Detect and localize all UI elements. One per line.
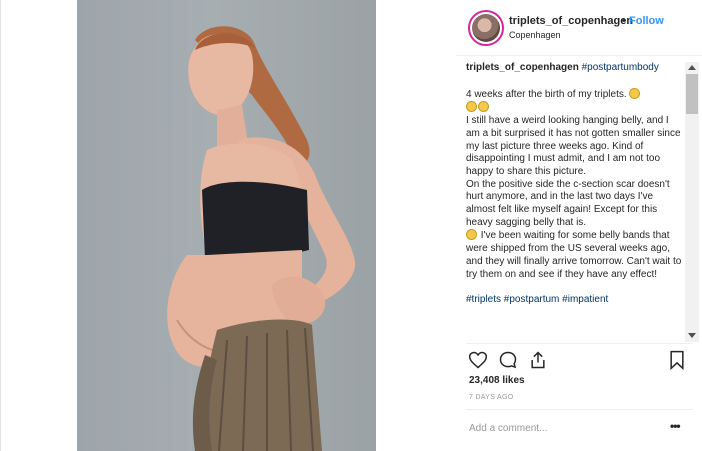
caption-hashtags[interactable]: #triplets #postpartum #impatient [466, 294, 684, 307]
comments-scrollbar[interactable] [685, 62, 699, 342]
post-timestamp[interactable]: 7 DAYS AGO [469, 394, 514, 401]
caption-head: triplets_of_copenhagen #postpartumbody [466, 62, 684, 75]
likes-count[interactable]: 23,408 likes [469, 375, 525, 386]
caption-text-2: I still have a weird looking hanging bel… [466, 115, 681, 177]
caption-text-4: I've been waiting for some belly bands t… [466, 230, 682, 280]
divider [466, 343, 693, 344]
divider [466, 409, 693, 410]
post-actions [466, 350, 698, 372]
post-username[interactable]: triplets_of_copenhagen [509, 15, 633, 27]
caption-text-3: On the positive side the c-section scar … [466, 178, 670, 228]
scroll-up-icon[interactable] [688, 65, 696, 70]
comment-bubble-icon[interactable] [498, 350, 518, 370]
post-header: triplets_of_copenhagen • Follow Copenhag… [456, 0, 702, 56]
caption-username[interactable]: triplets_of_copenhagen [466, 62, 579, 73]
caption-text-1: 4 weeks after the birth of my triplets. [466, 88, 627, 100]
caption-hashtag-head[interactable]: #postpartumbody [582, 62, 659, 73]
smiling-face-icon [478, 101, 489, 113]
scroll-down-icon[interactable] [688, 333, 696, 338]
caption-area: triplets_of_copenhagen #postpartumbody 4… [466, 62, 684, 344]
smiling-face-icon [629, 87, 641, 99]
smiling-face-icon [466, 229, 477, 241]
comment-input[interactable] [469, 420, 654, 436]
bookmark-icon[interactable] [667, 350, 687, 371]
follow-button[interactable]: Follow [629, 15, 664, 27]
caption-line-4: I've been waiting for some belly bands t… [466, 229, 684, 281]
instagram-post-frame: triplets_of_copenhagen • Follow Copenhag… [0, 0, 702, 451]
heart-icon[interactable] [468, 350, 488, 370]
post-photo[interactable] [77, 0, 376, 451]
post-location[interactable]: Copenhagen [509, 30, 561, 40]
share-icon[interactable] [528, 350, 548, 370]
post-photo-illustration [167, 26, 356, 451]
caption-line-1: 4 weeks after the birth of my triplets. [466, 87, 684, 115]
more-options-icon[interactable]: ••• [670, 419, 681, 433]
avatar[interactable] [468, 10, 504, 46]
post-side-panel: triplets_of_copenhagen • Follow Copenhag… [456, 0, 702, 451]
separator-dot: • [622, 15, 626, 27]
smiling-face-icon [466, 101, 477, 113]
scrollbar-thumb[interactable] [686, 74, 698, 114]
